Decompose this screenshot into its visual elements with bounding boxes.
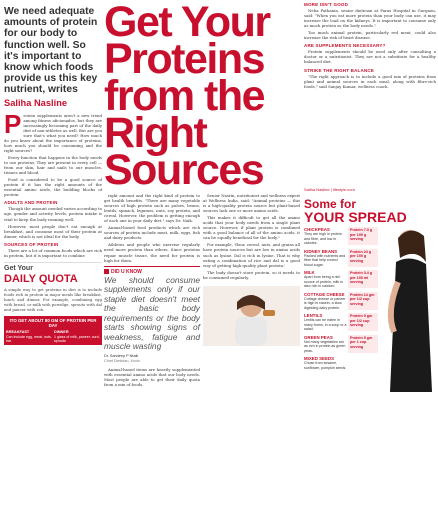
dyk-quote: We should consume supplements only if ou… (104, 274, 200, 352)
did-you-know-box: DID U KNOW We should consume supplements… (104, 265, 200, 364)
mid-body-b: Senior Nasrin, nutritionist and wellness… (203, 193, 300, 389)
food-desc: Chose from sesame, sunflower, pumpkin se… (304, 361, 347, 370)
body-paragraph: Though the amount needed varies accordin… (4, 206, 102, 222)
breakfast-column: BREAKFAST Can include egg, meat, nuts, b… (6, 330, 52, 343)
food-desc: Lentils can be eaten in many forms, in a… (304, 318, 347, 331)
body-paragraph: This makes it difficult to get all the a… (203, 215, 300, 241)
food-desc: They are high in protein and fibre, and … (304, 232, 342, 245)
body-paragraph: Animal-based food products which are ric… (104, 225, 200, 241)
woman-eating-image (203, 285, 300, 346)
protein-amounts-box: ITO GET ABOUT 80 GM OF PROTEIN PER DAY B… (4, 315, 102, 346)
food-protein-value: Protein 14 gm per 1/2 cup serving (348, 291, 378, 310)
food-protein-value: Protein 7.3 g per 100 g serving (348, 227, 378, 245)
food-desc: Packed with nutrients and fibre that hel… (304, 253, 346, 267)
daily-quota-box: Get Your DAILY QUOTA A simple way to get… (4, 261, 102, 346)
dyk-label: DID U KNOW (104, 269, 200, 275)
body-paragraph: "The right approach is to include a good… (304, 73, 436, 89)
breakfast-text: Can include egg, meat, nuts, bar (6, 334, 52, 344)
quota-body: A simple way to get proteins in diet is … (4, 286, 102, 312)
food-list: CHICKPEAS They are high in protein and fi… (304, 227, 436, 370)
quota-title-main: DAILY QUOTA (4, 272, 78, 285)
food-name: COTTAGE CHEESE (304, 291, 345, 297)
right-body: MORE ISN'T GOOD Neha Pathania, senior di… (304, 0, 436, 186)
body-paragraph: Athletes and people who exercise regular… (104, 242, 200, 263)
dinner-text: 1 glass of milk, paneer, curd, sprouts (54, 334, 100, 344)
food-item: GREEN PEAS Not many vegetables are as ric… (304, 334, 436, 354)
food-item: MIXED SEEDS Chose from sesame, sunflower,… (304, 356, 436, 370)
body-paragraph: Food is considered to be a good source o… (4, 177, 102, 198)
food-desc: Cottage cheese or paneer is high in case… (304, 296, 346, 310)
mid-body-a: right amount and the right kind of prote… (104, 193, 200, 389)
food-text: LENTILS Lentils can be eaten in many form… (304, 313, 347, 332)
body-paragraph: Protein supplements should be used only … (304, 49, 436, 65)
body-paragraph: Too much animal protein, particularly re… (304, 30, 436, 41)
food-protein-value: Protein 3.4 g per 100 ml serving (348, 270, 378, 288)
body-paragraph: The body doesn't store protein, so it ne… (203, 269, 300, 280)
food-text: COTTAGE CHEESE Cottage cheese or paneer i… (304, 292, 347, 311)
food-item: LENTILS Lentils can be eaten in many form… (304, 313, 436, 332)
food-item: KIDNEY BEANS Packed with nutrients and fi… (304, 248, 436, 268)
subhead-adults: ADULTS AND PROTEIN (4, 200, 58, 206)
food-text: KIDNEY BEANS Packed with nutrients and fi… (304, 249, 347, 268)
dinner-column: DINNER 1 glass of milk, paneer, curd, sp… (54, 330, 100, 343)
headline: Get Your Proteins from the Right Sources (104, 0, 271, 194)
amounts-title: ITO GET ABOUT 80 GM OF PROTEIN PER DAY (9, 317, 97, 329)
left-column: We need adequate amounts of protein for … (4, 0, 102, 528)
spread-box: Some for YOUR SPREAD CHICKPEAS They are h… (304, 198, 436, 392)
food-protein-value: Protein 5 gm per 1 cup serving (348, 334, 378, 353)
food-desc: Apart from being a rich source of protei… (304, 275, 343, 288)
food-item: CHICKPEAS They are high in protein and fi… (304, 227, 436, 246)
body-paragraph: However, most people don't eat enough at… (4, 223, 102, 239)
food-text: MILK Apart from being a rich source of pr… (304, 270, 347, 289)
subhead-more: MORE ISN'T GOOD (304, 2, 349, 7)
left-body: Protein supplements aren't a new trend a… (4, 108, 102, 258)
body-paragraph: Neha Pathania, senior dietician at Paras… (304, 8, 436, 29)
body-paragraph: right amount and the right kind of prote… (104, 193, 200, 224)
food-item: COTTAGE CHEESE Cottage cheese or paneer i… (304, 291, 436, 311)
middle-column: Get Your Proteins from the Right Sources… (104, 0, 300, 528)
body-paragraph: There are a lot of common foods which ar… (4, 247, 102, 258)
body-paragraph: For example, 'flour, cereal, nuts, and g… (203, 242, 300, 268)
dyk-role: Chief Dietician, Kochi (104, 358, 141, 363)
intro-author: Saliha Nasline (4, 97, 68, 108)
subhead-balance: STRIKE THE RIGHT BALANCE (304, 67, 375, 73)
intro-text: We need adequate amounts of protein for … (4, 6, 102, 96)
food-text: MIXED SEEDS Chose from sesame, sunflower,… (304, 356, 347, 370)
food-desc: Not many vegetables are as rich in prote… (304, 339, 346, 353)
body-paragraph: Every function that happens in the body … (4, 155, 102, 176)
right-column: MORE ISN'T GOOD Neha Pathania, senior di… (304, 0, 436, 528)
right-byline: Saliha Nasline | lifestyle.com (304, 187, 355, 192)
food-text: CHICKPEAS They are high in protein and fi… (304, 227, 347, 246)
quota-title: Get Your (4, 264, 33, 272)
subhead-sources: SOURCES OF PROTEIN (4, 241, 59, 247)
food-protein-value: Protein 9 gm per 1/2 cup serving (348, 313, 378, 331)
body-paragraph: Senior Nasrin, nutritionist and wellness… (203, 193, 300, 214)
subhead-supplements: ARE SUPPLEMENTS NECESSARY? (304, 43, 386, 49)
body-paragraph: Animal-based items are heavily supplemen… (104, 366, 200, 387)
food-text: GREEN PEAS Not many vegetables are as ric… (304, 335, 347, 354)
food-item: MILK Apart from being a rich source of pr… (304, 270, 436, 289)
food-protein-value: Protein 24 g per 100 g serving (348, 248, 378, 267)
intro-deck: We need adequate amounts of protein for … (4, 6, 98, 96)
dropcap: P (4, 108, 22, 139)
